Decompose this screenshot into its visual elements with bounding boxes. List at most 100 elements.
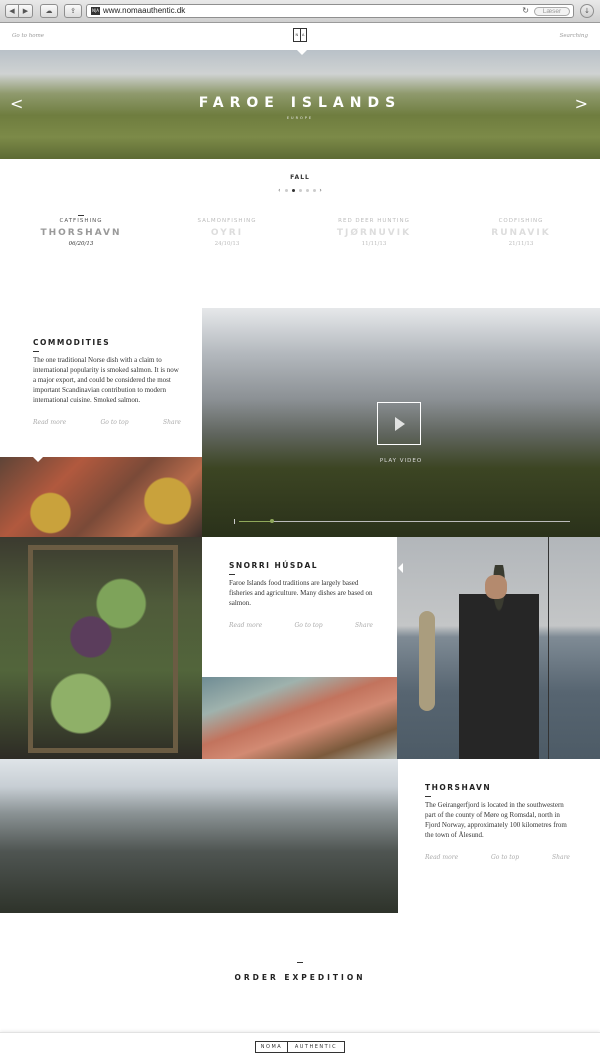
tile-notch xyxy=(33,457,43,462)
hero-banner: < FAROE ISLANDS EUROPE > xyxy=(0,50,600,159)
trip-date: 24/10/13 xyxy=(214,241,240,247)
share-link[interactable]: Share xyxy=(355,622,373,629)
video-progress-bar[interactable] xyxy=(239,519,570,523)
trip-kind: RED DEER HUNTING xyxy=(338,218,410,224)
icloud-tabs-button[interactable]: ☁ xyxy=(40,4,58,18)
url-text[interactable]: www.nomaauthentic.dk xyxy=(103,6,185,15)
hero-next-arrow-icon[interactable]: > xyxy=(575,94,588,113)
article-links: Read more Go to top Share xyxy=(33,419,181,426)
logo-letter-right: A xyxy=(302,33,305,37)
trip-kind: CATFISHING xyxy=(59,218,103,224)
trip-place: RUNAVIK xyxy=(491,228,551,238)
go-home-link[interactable]: Go to home xyxy=(12,33,44,39)
thorshavn-title: THORSHAVN xyxy=(425,783,492,792)
pager-dot[interactable] xyxy=(312,189,316,192)
footer-logo-right: AUTHENTIC xyxy=(294,1044,338,1050)
favicon-icon: N|A xyxy=(91,7,100,15)
thorshavn-section: THORSHAVN The Geirangerfjord is located … xyxy=(425,783,570,861)
season-prev-icon[interactable]: ‹ xyxy=(278,187,280,194)
trip-place: OYRI xyxy=(210,228,244,238)
trip-kind: CODFISHING xyxy=(498,218,544,224)
share-button[interactable]: ⇪ xyxy=(64,4,82,18)
divider xyxy=(297,962,303,963)
video-progress-fill xyxy=(239,521,273,522)
trip-place: THORSHAVN xyxy=(40,228,122,238)
address-bar[interactable]: N|A www.nomaauthentic.dk ↻ Læser xyxy=(86,4,574,18)
trip-date: 06/20/13 xyxy=(68,241,94,247)
pager-dot[interactable] xyxy=(305,189,309,192)
progress-start-marker xyxy=(234,519,235,524)
go-to-top-link[interactable]: Go to top xyxy=(491,854,519,861)
divider xyxy=(33,351,39,352)
trip-item[interactable]: RED DEER HUNTING TJØRNUVIK 11/11/13 xyxy=(309,215,439,247)
pager-dot[interactable] xyxy=(284,189,288,192)
site-logo[interactable]: N A xyxy=(293,28,307,42)
divider xyxy=(425,796,431,797)
pager-dot[interactable] xyxy=(298,189,302,192)
hero-subtitle: EUROPE xyxy=(286,116,314,120)
download-icon: ↓ xyxy=(584,7,590,15)
snorri-section: SNORRI HÚSDAL Faroe Islands food traditi… xyxy=(229,561,373,629)
play-button[interactable] xyxy=(377,402,421,445)
downloads-button[interactable]: ↓ xyxy=(580,4,594,18)
season-pager: ‹ › xyxy=(0,187,600,194)
crate xyxy=(28,545,178,753)
go-to-top-link[interactable]: Go to top xyxy=(101,419,129,426)
mountain-photo xyxy=(0,759,398,913)
read-more-link[interactable]: Read more xyxy=(229,622,262,629)
lobster-photo xyxy=(0,457,202,537)
tile-notch xyxy=(398,789,403,799)
site-header: Go to home N A Searching xyxy=(0,23,600,50)
reader-button[interactable]: Læser xyxy=(534,7,570,16)
commodities-title: COMMODITIES xyxy=(33,338,111,347)
read-more-link[interactable]: Read more xyxy=(425,854,458,861)
season-label: FALL xyxy=(290,174,310,181)
site-footer: NOMA AUTHENTIC xyxy=(0,1032,600,1060)
article-links: Read more Go to top Share xyxy=(425,854,570,861)
trip-list: CATFISHING THORSHAVN 06/20/13 SALMONFISH… xyxy=(0,215,600,255)
snorri-title: SNORRI HÚSDAL xyxy=(229,561,319,570)
trip-item[interactable]: CODFISHING RUNAVIK 21/11/13 xyxy=(456,215,586,247)
share-link[interactable]: Share xyxy=(163,419,181,426)
fisherman-photo xyxy=(397,537,600,759)
trip-item[interactable]: SALMONFISHING OYRI 24/10/13 xyxy=(162,215,292,247)
back-button[interactable]: ◀ xyxy=(5,4,19,18)
thorshavn-text: The Geirangerfjord is located in the sou… xyxy=(425,801,567,839)
chevron-left-icon: ◀ xyxy=(9,7,15,15)
forward-button[interactable]: ▶ xyxy=(19,4,33,18)
read-more-link[interactable]: Read more xyxy=(33,419,66,426)
order-expedition-button[interactable]: ORDER EXPEDITION xyxy=(0,973,600,982)
fish-photo xyxy=(202,677,397,759)
video-player[interactable]: PLAY VIDEO xyxy=(202,308,600,537)
snorri-text: Faroe Islands food traditions are largel… xyxy=(229,579,373,607)
play-video-label[interactable]: PLAY VIDEO xyxy=(202,458,600,464)
vegetables-photo xyxy=(0,537,202,759)
tile-notch xyxy=(398,563,403,573)
trip-kind: SALMONFISHING xyxy=(197,218,257,224)
go-to-top-link[interactable]: Go to top xyxy=(295,622,323,629)
footer-logo-left: NOMA xyxy=(256,1042,288,1052)
fishing-rod xyxy=(548,537,549,759)
share-link[interactable]: Share xyxy=(552,854,570,861)
hero-title: FAROE ISLANDS xyxy=(198,95,402,111)
footer-logo[interactable]: NOMA AUTHENTIC xyxy=(255,1041,345,1053)
browser-toolbar: ◀ ▶ ☁ ⇪ N|A www.nomaauthentic.dk ↻ Læser… xyxy=(0,0,600,23)
video-progress-handle[interactable] xyxy=(270,519,275,523)
season-next-icon[interactable]: › xyxy=(319,187,321,194)
pager-dot-active[interactable] xyxy=(291,189,295,192)
trip-item[interactable]: CATFISHING THORSHAVN 06/20/13 xyxy=(16,215,146,247)
article-links: Read more Go to top Share xyxy=(229,622,373,629)
commodities-section: COMMODITIES The one traditional Norse di… xyxy=(33,338,181,426)
search-link[interactable]: Searching xyxy=(560,33,588,39)
fisherman-face xyxy=(485,575,507,599)
commodities-text: The one traditional Norse dish with a cl… xyxy=(33,356,179,404)
play-icon xyxy=(395,417,405,431)
chevron-right-icon: ▶ xyxy=(22,7,29,15)
held-fish xyxy=(419,611,435,711)
trip-date: 21/11/13 xyxy=(508,241,534,247)
divider xyxy=(229,574,235,575)
cloud-icon: ☁ xyxy=(45,7,53,15)
trip-place: TJØRNUVIK xyxy=(336,228,412,238)
share-icon: ⇪ xyxy=(70,7,76,15)
reload-icon[interactable]: ↻ xyxy=(522,6,529,15)
